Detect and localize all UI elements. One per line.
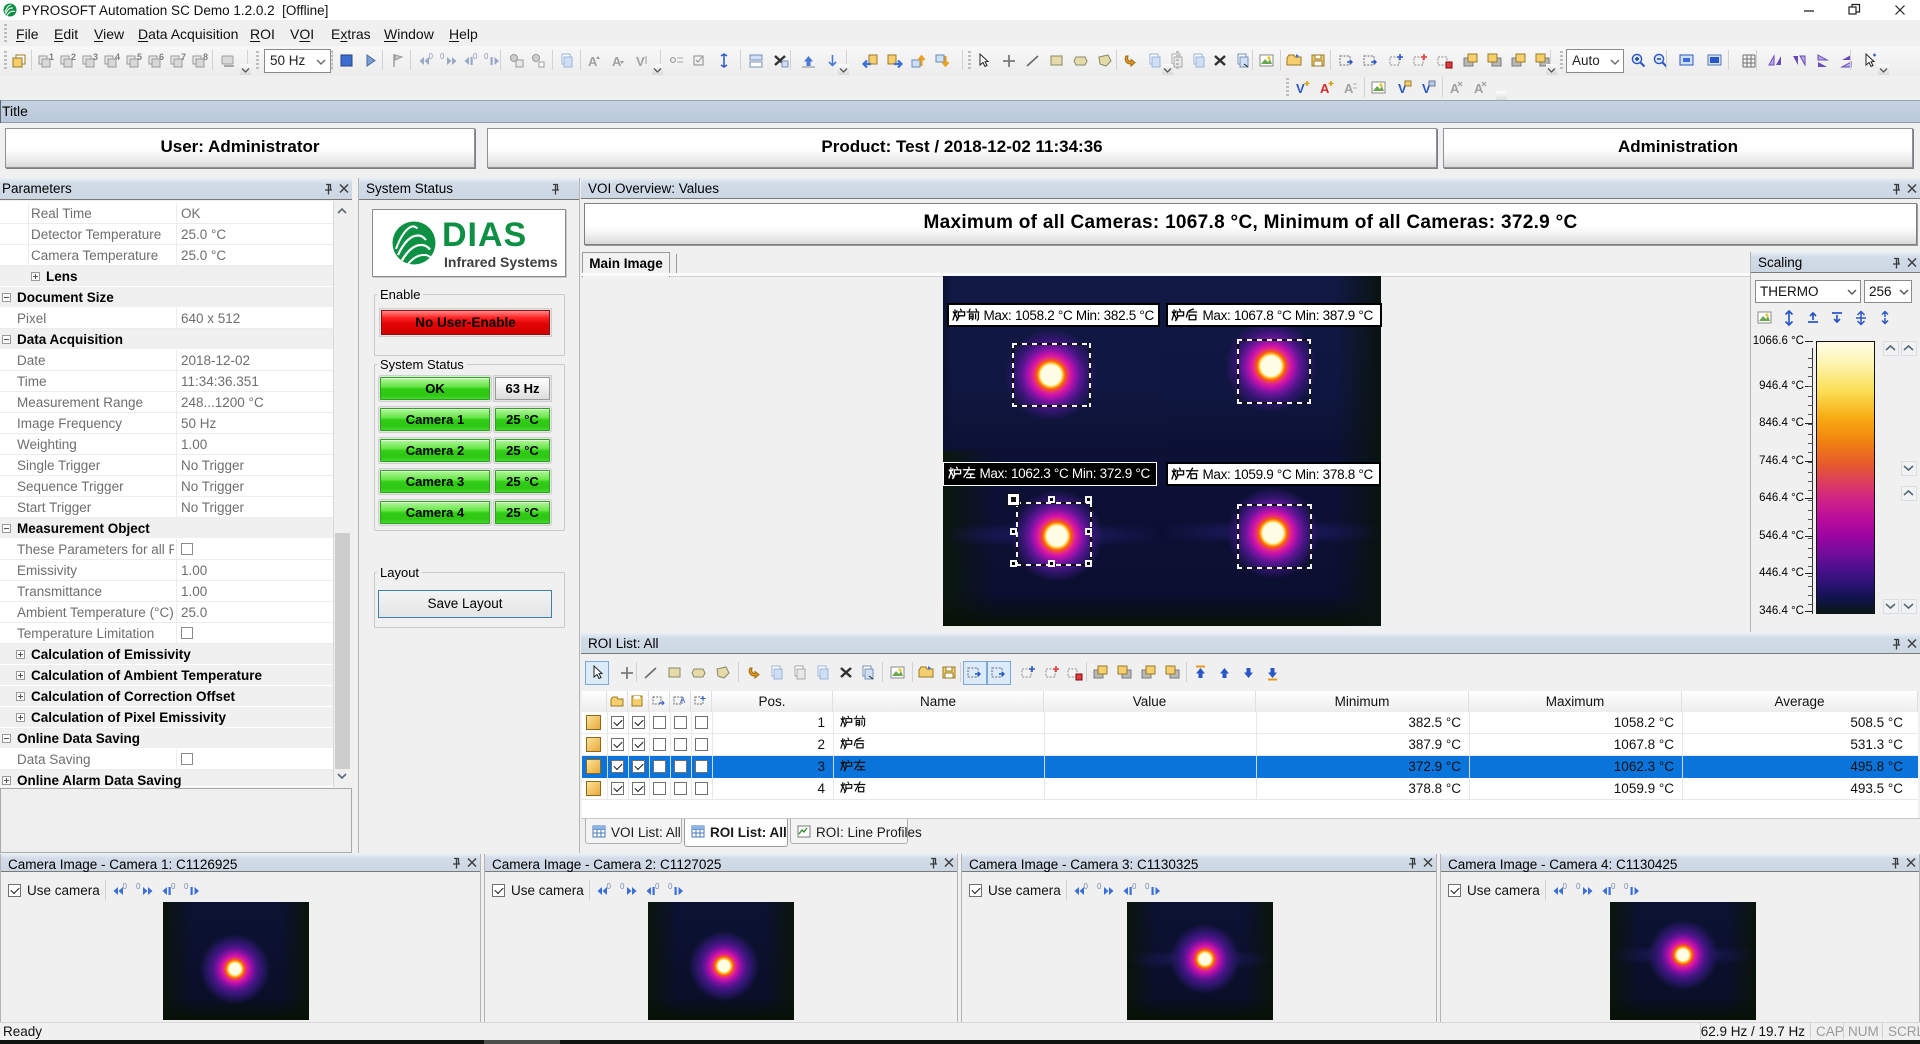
svg-text:0: 0: [1576, 882, 1581, 891]
svg-text:A: A: [588, 54, 598, 69]
svg-text:A: A: [1344, 81, 1354, 96]
svg-text:4: 4: [115, 52, 120, 62]
svg-text:8: 8: [203, 52, 208, 62]
svg-text:0: 0: [655, 882, 660, 891]
svg-text:0: 0: [620, 882, 625, 891]
svg-text:6: 6: [159, 52, 164, 62]
svg-text:0: 0: [607, 882, 612, 891]
svg-text:0: 0: [668, 882, 673, 891]
svg-text:0: 0: [1563, 882, 1568, 891]
svg-text:1: 1: [49, 52, 54, 62]
svg-text:0: 0: [171, 882, 176, 891]
svg-text:0: 0: [429, 52, 434, 61]
svg-text:0: 0: [473, 52, 478, 61]
svg-text:A: A: [680, 696, 686, 705]
svg-text:7: 7: [181, 52, 186, 62]
svg-text:0: 0: [1611, 882, 1616, 891]
svg-text:0: 0: [1132, 882, 1137, 891]
svg-text:V: V: [636, 54, 645, 69]
svg-text:0: 0: [1097, 882, 1102, 891]
svg-text:2: 2: [71, 52, 76, 62]
svg-text:0: 0: [136, 882, 141, 891]
svg-text:0: 0: [1624, 882, 1629, 891]
svg-text:3: 3: [93, 52, 98, 62]
svg-text:0: 0: [1084, 882, 1089, 891]
svg-text:0: 0: [1145, 882, 1150, 891]
svg-text:V: V: [1296, 81, 1305, 96]
svg-text:0: 0: [484, 52, 489, 61]
svg-text:5: 5: [137, 52, 142, 62]
svg-text:0: 0: [184, 882, 189, 891]
svg-text:0: 0: [440, 52, 445, 61]
svg-text:0: 0: [123, 882, 128, 891]
